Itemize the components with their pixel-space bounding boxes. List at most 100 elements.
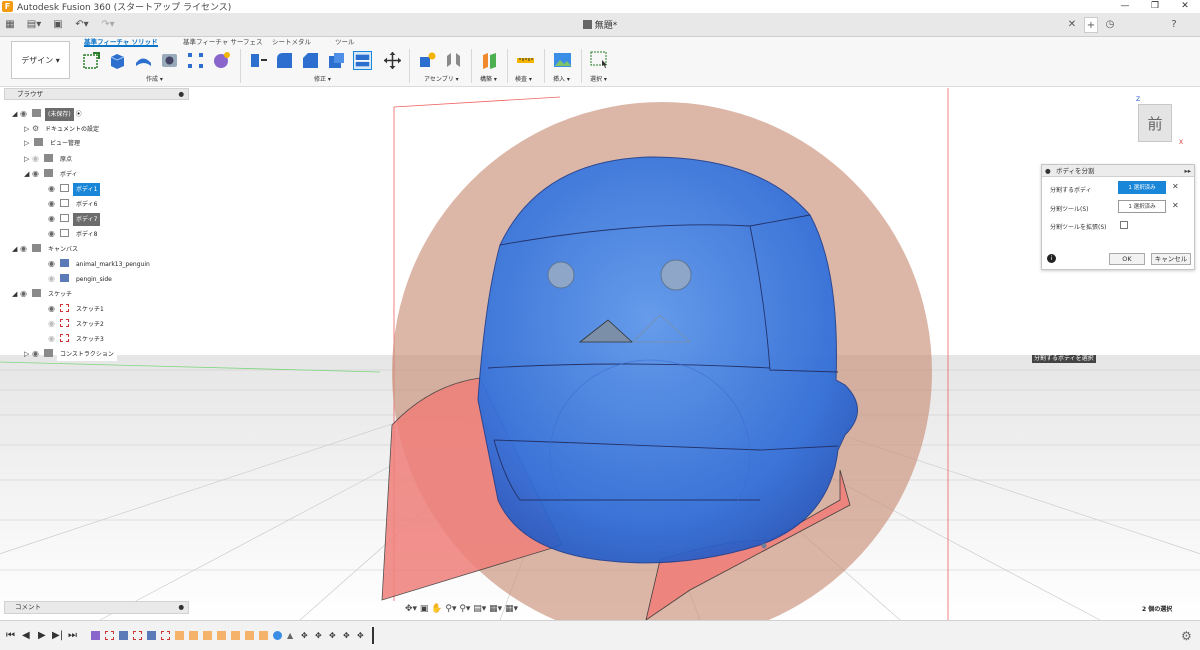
tab-tools[interactable]: ツール — [335, 37, 355, 47]
measure-icon[interactable] — [516, 51, 535, 70]
grid-menu-icon[interactable]: ▦ — [4, 17, 16, 33]
eye-icon[interactable]: ◉ — [32, 167, 42, 180]
timeline-play-icon[interactable]: ▶ — [38, 630, 46, 641]
file-menu-icon[interactable]: ▤▾ — [24, 17, 44, 33]
radio-icon[interactable]: ⦿ — [74, 111, 82, 118]
timeline-feature-sketch[interactable] — [105, 631, 114, 640]
timeline-feature-move[interactable]: ✥ — [357, 631, 366, 640]
eye-icon[interactable]: ◉ — [32, 152, 42, 165]
eye-icon[interactable]: ◉ — [48, 317, 58, 330]
expand-arrow-icon[interactable]: ▷ — [24, 123, 32, 136]
eye-icon[interactable]: ◉ — [48, 182, 58, 195]
timeline-prev-icon[interactable]: ◀ — [22, 630, 30, 641]
timeline-marker[interactable] — [372, 627, 374, 644]
collapse-arrow-icon[interactable]: ◢ — [12, 243, 20, 256]
extrude-icon[interactable] — [108, 51, 127, 70]
tab-sheet-metal[interactable]: シートメタル — [272, 37, 311, 47]
timeline-feature-move[interactable]: ✥ — [301, 631, 310, 640]
close-button[interactable]: ✕ — [1170, 0, 1200, 13]
timeline-feature-split[interactable] — [245, 631, 254, 640]
eye-icon[interactable]: ◉ — [48, 332, 58, 345]
view-cube[interactable]: 前 — [1138, 104, 1172, 142]
tree-row-sketch2[interactable]: ◉ スケッチ2 — [48, 317, 107, 330]
vertex-point[interactable] — [761, 543, 767, 549]
pin-icon[interactable]: ● — [178, 89, 184, 99]
save-icon[interactable]: ▣ — [52, 17, 64, 33]
new-component-icon[interactable] — [418, 51, 437, 70]
select-window-icon[interactable] — [590, 51, 609, 70]
eye-icon[interactable]: ◉ — [48, 302, 58, 315]
job-status-icon[interactable]: ◷ — [1104, 17, 1116, 33]
group-select-label[interactable]: 選択 ▾ — [590, 74, 607, 83]
comment-bar[interactable]: コメント ● — [4, 601, 189, 614]
joint-icon[interactable] — [444, 51, 463, 70]
create-form-icon[interactable] — [212, 51, 231, 70]
close-tab-icon[interactable]: ✕ — [1066, 17, 1078, 33]
insert-image-icon[interactable] — [553, 51, 572, 70]
tree-row-sketches[interactable]: ◢ ◉ スケッチ — [12, 287, 75, 300]
minimize-button[interactable]: — — [1110, 0, 1140, 13]
chamfer-icon[interactable] — [301, 51, 320, 70]
timeline-next-icon[interactable]: ▶| — [52, 630, 63, 641]
move-copy-icon[interactable] — [383, 51, 402, 70]
tree-row-construction[interactable]: ▷ ◉ コンストラクション — [24, 347, 117, 361]
undo-icon[interactable]: ↶▾ — [72, 17, 92, 33]
group-create-label[interactable]: 作成 ▾ — [146, 74, 163, 83]
revolve-icon[interactable] — [134, 51, 153, 70]
tree-row-body6[interactable]: ◉ ボディ6 — [48, 197, 100, 210]
clear-tool-selection-icon[interactable]: ✕ — [1172, 201, 1179, 210]
eye-icon[interactable]: ◉ — [48, 272, 58, 285]
eye-icon[interactable]: ◉ — [20, 242, 30, 255]
group-modify-label[interactable]: 修正 ▾ — [314, 74, 331, 83]
eye-icon[interactable]: ◉ — [20, 107, 30, 120]
tree-row-root[interactable]: ◢ ◉ (未保存) ⦿ — [12, 107, 82, 121]
timeline-feature-canvas[interactable] — [119, 631, 128, 640]
dialog-header[interactable]: ● ボディを分割 ▸▸ — [1042, 165, 1194, 177]
tab-solid[interactable]: 基準フィーチャ ソリッド — [84, 37, 158, 47]
tree-row-body1[interactable]: ◉ ボディ1 — [48, 182, 101, 196]
penguin-body[interactable] — [477, 156, 858, 564]
eye-icon[interactable]: ◉ — [48, 257, 58, 270]
timeline-feature-form[interactable] — [91, 631, 100, 640]
add-comment-icon[interactable]: ● — [178, 602, 184, 613]
timeline-feature-sketch[interactable] — [133, 631, 142, 640]
eye-icon[interactable]: ◉ — [48, 197, 58, 210]
eye-icon[interactable]: ◉ — [32, 347, 42, 360]
tree-row-sketch3[interactable]: ◉ スケッチ3 — [48, 332, 107, 345]
timeline-last-icon[interactable]: ⏭ — [68, 630, 77, 641]
timeline-feature-move[interactable]: ▲ — [287, 631, 296, 640]
timeline-feature-split[interactable] — [175, 631, 184, 640]
timeline-feature-move[interactable]: ✥ — [315, 631, 324, 640]
tree-row-doc-settings[interactable]: ▷ ⚙ ドキュメントの設定 — [24, 122, 102, 135]
tree-row-body7[interactable]: ◉ ボディ7 — [48, 212, 101, 226]
penguin-eye-left[interactable] — [547, 261, 575, 289]
eye-icon[interactable]: ◉ — [48, 227, 58, 240]
split-body-icon[interactable] — [353, 51, 372, 70]
body-to-split-selector[interactable]: 1 選択済み — [1118, 181, 1166, 194]
workspace-switcher[interactable]: デザイン ▾ — [11, 41, 70, 79]
group-assembly-label[interactable]: アセンブリ ▾ — [424, 74, 459, 83]
tree-row-canvas-penguin[interactable]: ◉ animal_mark13_penguin — [48, 257, 153, 270]
expand-dialog-icon[interactable]: ▸▸ — [1184, 165, 1191, 177]
tree-row-body8[interactable]: ◉ ボディ8 — [48, 227, 100, 240]
tree-row-canvas-side[interactable]: ◉ pengin_side — [48, 272, 115, 285]
fillet-icon[interactable] — [275, 51, 294, 70]
press-pull-icon[interactable] — [249, 51, 268, 70]
help-icon[interactable]: ? — [1168, 17, 1180, 33]
offset-plane-icon[interactable] — [480, 51, 499, 70]
eye-icon[interactable]: ◉ — [20, 287, 30, 300]
timeline-first-icon[interactable]: ⏮ — [6, 630, 15, 641]
ok-button[interactable]: OK — [1109, 253, 1145, 265]
expand-arrow-icon[interactable]: ▷ — [24, 153, 32, 166]
collapse-arrow-icon[interactable]: ◢ — [12, 288, 20, 301]
browser-header[interactable]: ブラウザ ● — [4, 88, 189, 100]
tab-surface[interactable]: 基準フィーチャ サーフェス — [183, 37, 262, 47]
penguin-eye-right[interactable] — [660, 259, 692, 291]
splitting-tool-selector[interactable]: 1 選択済み — [1118, 200, 1166, 213]
collapse-arrow-icon[interactable]: ◢ — [24, 168, 32, 181]
info-icon[interactable]: i — [1047, 254, 1056, 263]
new-tab-button[interactable]: + — [1084, 17, 1098, 33]
collapse-arrow-icon[interactable]: ◢ — [12, 108, 20, 121]
timeline-feature-split[interactable] — [259, 631, 268, 640]
tree-row-bodies[interactable]: ◢ ◉ ボディ — [24, 167, 81, 180]
